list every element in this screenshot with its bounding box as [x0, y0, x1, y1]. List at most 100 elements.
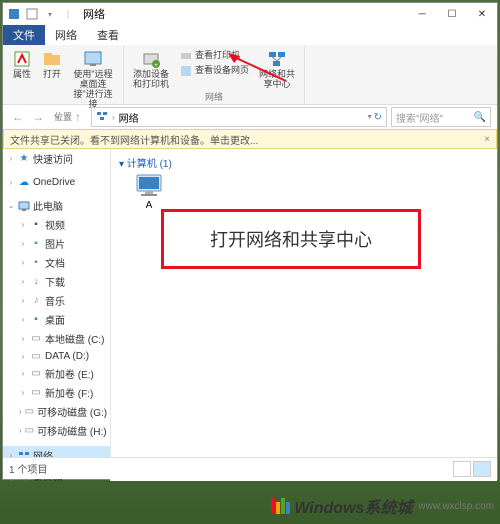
nav-label: 视频	[45, 217, 65, 232]
downloads-icon: ↓	[30, 276, 42, 288]
nav-label: 快速访问	[33, 151, 73, 166]
computer-icon	[133, 172, 165, 200]
view-printers-button[interactable]: 查看打印机	[176, 49, 252, 63]
search-box[interactable]: 搜索"网络" 🔍	[391, 107, 491, 127]
network-center-icon	[267, 49, 287, 69]
nav-disk-g[interactable]: ›▭可移动磁盘 (G:)	[3, 402, 110, 421]
qat-dropdown-icon[interactable]: ▾	[43, 7, 57, 21]
maximize-button[interactable]: ☐	[437, 3, 467, 25]
nav-disk-h[interactable]: ›▭可移动磁盘 (H:)	[3, 421, 110, 440]
nav-downloads[interactable]: ›↓下载	[3, 272, 110, 291]
details-view-button[interactable]	[453, 461, 471, 477]
chevron-right-icon[interactable]: ›	[7, 178, 15, 187]
nav-documents[interactable]: ›▪文档	[3, 253, 110, 272]
icons-view-button[interactable]	[473, 461, 491, 477]
refresh-button[interactable]: ↻	[374, 112, 382, 123]
ribbon-group-network-label: 网络	[205, 90, 223, 104]
chevron-right-icon[interactable]: ›	[7, 154, 15, 163]
nav-label: 新加卷 (F:)	[45, 385, 93, 400]
search-icon: 🔍	[474, 112, 486, 123]
search-placeholder: 搜索"网络"	[396, 110, 443, 125]
music-icon: ♪	[30, 295, 42, 307]
main-view[interactable]: ▾ 计算机 (1) A 打开网络和共享中心	[111, 149, 497, 481]
properties-icon	[12, 49, 32, 69]
computer-item[interactable]: A	[119, 172, 179, 211]
nav-label: DATA (D:)	[45, 351, 89, 362]
add-device-button[interactable]: + 添加设备和打印机	[130, 49, 172, 90]
view-device-page-button[interactable]: 查看设备网页	[176, 64, 252, 78]
nav-label: 本地磁盘 (C:)	[45, 331, 104, 346]
computer-item-label: A	[146, 200, 153, 211]
watermark-brand: Windows系统城	[294, 494, 412, 518]
watermark-site: www.wxclsp.com	[418, 501, 494, 512]
tab-file[interactable]: 文件	[3, 25, 45, 45]
nav-quick-access[interactable]: › ★ 快速访问	[3, 149, 110, 168]
nav-disk-e[interactable]: ›▭新加卷 (E:)	[3, 364, 110, 383]
tab-network[interactable]: 网络	[45, 25, 87, 45]
nav-label: 可移动磁盘 (G:)	[37, 404, 107, 419]
open-label: 打开	[43, 70, 61, 80]
nav-this-pc[interactable]: ⌄ 此电脑	[3, 196, 110, 215]
app-icon	[7, 7, 21, 21]
removable-disk-icon: ▭	[25, 425, 34, 437]
nav-music[interactable]: ›♪音乐	[3, 291, 110, 310]
recent-dropdown-icon[interactable]: ▾	[49, 108, 67, 126]
titlebar: ▾ | 网络 ─ ☐ ✕	[3, 3, 497, 25]
nav-desktop[interactable]: ›▪桌面	[3, 310, 110, 329]
add-device-icon: +	[141, 49, 161, 69]
explorer-window: ▾ | 网络 ─ ☐ ✕ 文件 网络 查看 属性	[2, 2, 498, 480]
ribbon: 属性 打开 使用"远程桌面连接"进行连接 位置	[3, 45, 497, 105]
nav-label: 下载	[45, 274, 65, 289]
nav-onedrive[interactable]: › ☁ OneDrive	[3, 174, 110, 190]
nav-label: 新加卷 (E:)	[45, 366, 94, 381]
printer-icon	[179, 49, 193, 63]
back-button[interactable]: ←	[9, 108, 27, 126]
network-center-button[interactable]: 网络和共享中心	[256, 49, 298, 90]
properties-button[interactable]: 属性	[9, 49, 35, 80]
nav-videos[interactable]: ›▪视频	[3, 215, 110, 234]
content-area: › ★ 快速访问 › ☁ OneDrive ⌄ 此电脑 ›▪视频 ›▪图片 ›▪…	[3, 149, 497, 481]
forward-button[interactable]: →	[29, 108, 47, 126]
address-bar: ← → ▾ ↑ › 网络 ▾ ↻ 搜索"网络" 🔍	[3, 105, 497, 129]
ribbon-group-location: 属性 打开 使用"远程桌面连接"进行连接 位置	[3, 45, 124, 104]
nav-label: 文档	[45, 255, 65, 270]
info-bar[interactable]: 文件共享已关闭。看不到网络计算机和设备。单击更改... ×	[3, 129, 497, 149]
address-box[interactable]: › 网络 ▾ ↻	[91, 107, 387, 127]
ribbon-tabs: 文件 网络 查看	[3, 25, 497, 45]
up-button[interactable]: ↑	[69, 108, 87, 126]
qat-button[interactable]	[25, 7, 39, 21]
info-bar-close-icon[interactable]: ×	[484, 134, 490, 145]
quick-access-toolbar: ▾ |	[3, 7, 75, 21]
network-icon	[96, 110, 108, 125]
open-button[interactable]: 打开	[39, 49, 65, 80]
disk-icon: ▭	[30, 368, 42, 380]
nav-disk-c[interactable]: ›▭本地磁盘 (C:)	[3, 329, 110, 348]
nav-disk-d[interactable]: ›▭DATA (D:)	[3, 348, 110, 364]
close-button[interactable]: ✕	[467, 3, 497, 25]
group-header-computers[interactable]: ▾ 计算机 (1)	[111, 149, 497, 172]
watermark-icon	[271, 498, 290, 514]
window-title: 网络	[83, 6, 105, 22]
network-center-label: 网络和共享中心	[259, 70, 295, 90]
status-bar: 1 个项目	[3, 457, 497, 479]
nav-label: 可移动磁盘 (H:)	[37, 423, 106, 438]
chevron-down-icon[interactable]: ⌄	[7, 201, 15, 210]
breadcrumb-root[interactable]: 网络	[119, 110, 139, 125]
disk-icon: ▭	[30, 333, 42, 345]
address-dropdown-icon[interactable]: ▾	[368, 112, 372, 123]
remote-desktop-button[interactable]: 使用"远程桌面连接"进行连接	[69, 49, 117, 110]
tab-view[interactable]: 查看	[87, 25, 129, 45]
onedrive-icon: ☁	[18, 176, 30, 188]
nav-label: 音乐	[45, 293, 65, 308]
nav-disk-f[interactable]: ›▭新加卷 (F:)	[3, 383, 110, 402]
open-icon	[42, 49, 62, 69]
add-device-label: 添加设备和打印机	[133, 70, 169, 90]
ribbon-group-network: + 添加设备和打印机 查看打印机 查看设备网	[124, 45, 305, 104]
nav-pictures[interactable]: ›▪图片	[3, 234, 110, 253]
view-printers-label: 查看打印机	[195, 51, 240, 61]
desktop-icon: ▪	[30, 314, 42, 326]
item-count: 1 个项目	[9, 461, 47, 476]
minimize-button[interactable]: ─	[407, 3, 437, 25]
nav-label: 此电脑	[33, 198, 63, 213]
nav-label: OneDrive	[33, 177, 75, 188]
